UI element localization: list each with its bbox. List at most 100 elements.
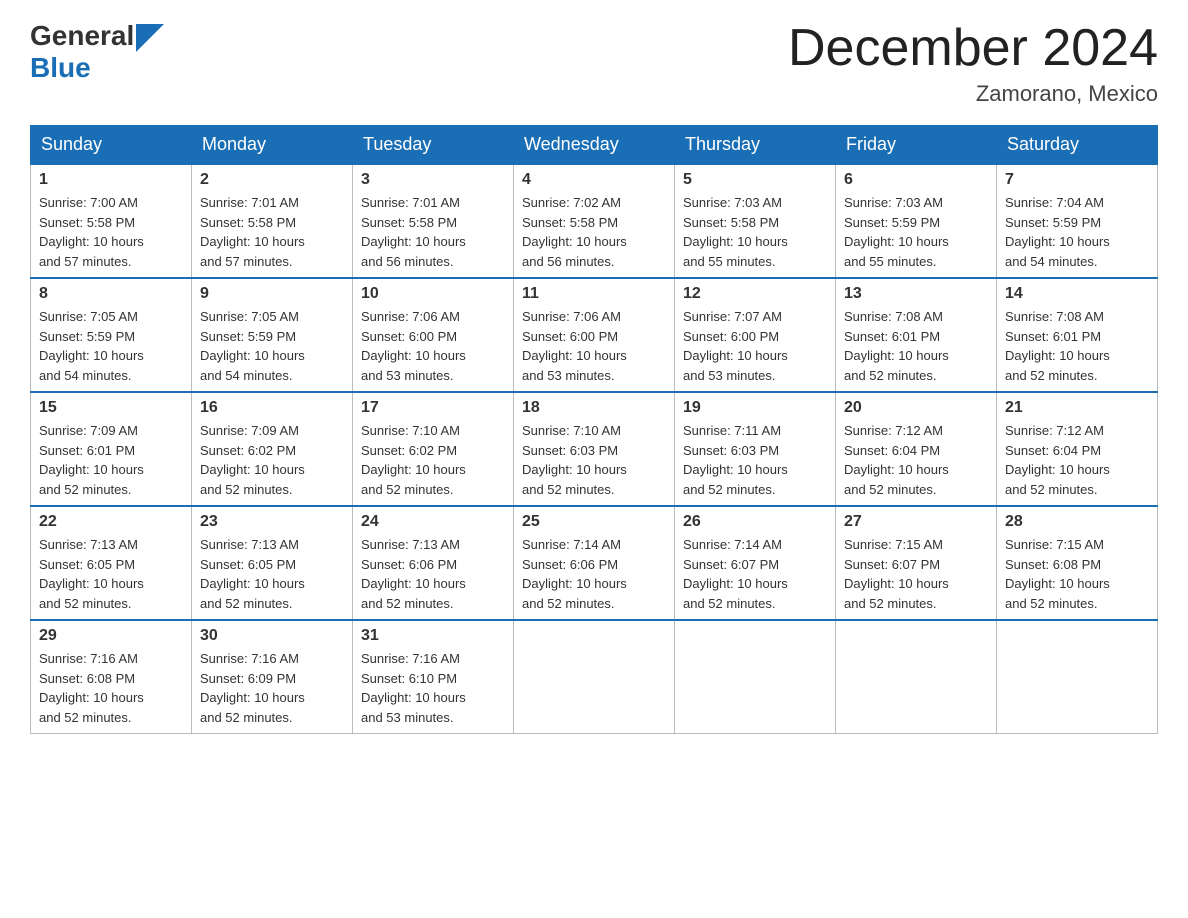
calendar-cell: 1Sunrise: 7:00 AMSunset: 5:58 PMDaylight…	[31, 164, 192, 278]
logo-triangle-icon	[136, 24, 164, 52]
day-info: Sunrise: 7:09 AMSunset: 6:01 PMDaylight:…	[39, 421, 183, 499]
logo-general-text: General	[30, 20, 134, 52]
day-info: Sunrise: 7:12 AMSunset: 6:04 PMDaylight:…	[1005, 421, 1149, 499]
day-number: 22	[39, 513, 183, 531]
day-number: 20	[844, 399, 988, 417]
calendar-cell: 31Sunrise: 7:16 AMSunset: 6:10 PMDayligh…	[353, 620, 514, 734]
day-info: Sunrise: 7:11 AMSunset: 6:03 PMDaylight:…	[683, 421, 827, 499]
day-number: 17	[361, 399, 505, 417]
week-row-4: 22 Sunrise: 7:13 AMSunset: 6:05 PMDayligh…	[31, 506, 1158, 620]
title-area: December 2024 Zamorano, Mexico	[788, 20, 1158, 107]
day-info: Sunrise: 7:13 AMSunset: 6:06 PMDaylight:…	[361, 535, 505, 613]
header: General Blue December 2024 Zamorano, Mex…	[30, 20, 1158, 107]
day-info: Sunrise: 7:13 AMSunset: 6:05 PMDaylight:…	[39, 535, 183, 613]
day-number: 1	[39, 171, 183, 189]
calendar-cell	[836, 620, 997, 734]
day-number: 14	[1005, 285, 1149, 303]
calendar-cell: 15 Sunrise: 7:09 AMSunset: 6:01 PMDayligh…	[31, 392, 192, 506]
calendar-cell: 13 Sunrise: 7:08 AMSunset: 6:01 PMDayligh…	[836, 278, 997, 392]
day-info: Sunrise: 7:01 AMSunset: 5:58 PMDaylight:…	[361, 193, 505, 271]
calendar-cell: 2Sunrise: 7:01 AMSunset: 5:58 PMDaylight…	[192, 164, 353, 278]
calendar-cell: 23 Sunrise: 7:13 AMSunset: 6:05 PMDayligh…	[192, 506, 353, 620]
calendar-cell: 26 Sunrise: 7:14 AMSunset: 6:07 PMDayligh…	[675, 506, 836, 620]
weekday-header-monday: Monday	[192, 126, 353, 165]
weekday-header-thursday: Thursday	[675, 126, 836, 165]
calendar-cell: 29 Sunrise: 7:16 AMSunset: 6:08 PMDayligh…	[31, 620, 192, 734]
day-info: Sunrise: 7:08 AMSunset: 6:01 PMDaylight:…	[1005, 307, 1149, 385]
calendar-cell: 8Sunrise: 7:05 AMSunset: 5:59 PMDaylight…	[31, 278, 192, 392]
day-number: 28	[1005, 513, 1149, 531]
day-info: Sunrise: 7:07 AMSunset: 6:00 PMDaylight:…	[683, 307, 827, 385]
day-number: 23	[200, 513, 344, 531]
calendar-cell: 7 Sunrise: 7:04 AMSunset: 5:59 PMDaylight…	[997, 164, 1158, 278]
day-number: 8	[39, 285, 183, 303]
location-title: Zamorano, Mexico	[788, 81, 1158, 107]
week-row-5: 29 Sunrise: 7:16 AMSunset: 6:08 PMDayligh…	[31, 620, 1158, 734]
calendar-cell: 25 Sunrise: 7:14 AMSunset: 6:06 PMDayligh…	[514, 506, 675, 620]
day-info: Sunrise: 7:03 AMSunset: 5:58 PMDaylight:…	[683, 193, 827, 271]
week-row-3: 15 Sunrise: 7:09 AMSunset: 6:01 PMDayligh…	[31, 392, 1158, 506]
day-number: 9	[200, 285, 344, 303]
day-number: 21	[1005, 399, 1149, 417]
calendar-cell: 14 Sunrise: 7:08 AMSunset: 6:01 PMDayligh…	[997, 278, 1158, 392]
day-info: Sunrise: 7:15 AMSunset: 6:08 PMDaylight:…	[1005, 535, 1149, 613]
calendar-cell: 11 Sunrise: 7:06 AMSunset: 6:00 PMDayligh…	[514, 278, 675, 392]
day-info: Sunrise: 7:06 AMSunset: 6:00 PMDaylight:…	[522, 307, 666, 385]
day-info: Sunrise: 7:16 AMSunset: 6:09 PMDaylight:…	[200, 649, 344, 727]
day-info: Sunrise: 7:13 AMSunset: 6:05 PMDaylight:…	[200, 535, 344, 613]
day-number: 13	[844, 285, 988, 303]
day-number: 19	[683, 399, 827, 417]
day-info: Sunrise: 7:05 AMSunset: 5:59 PMDaylight:…	[200, 307, 344, 385]
day-number: 24	[361, 513, 505, 531]
calendar-cell: 16Sunrise: 7:09 AMSunset: 6:02 PMDayligh…	[192, 392, 353, 506]
day-info: Sunrise: 7:08 AMSunset: 6:01 PMDaylight:…	[844, 307, 988, 385]
day-info: Sunrise: 7:02 AMSunset: 5:58 PMDaylight:…	[522, 193, 666, 271]
weekday-header-sunday: Sunday	[31, 126, 192, 165]
day-info: Sunrise: 7:12 AMSunset: 6:04 PMDaylight:…	[844, 421, 988, 499]
weekday-header-friday: Friday	[836, 126, 997, 165]
weekday-header-tuesday: Tuesday	[353, 126, 514, 165]
day-number: 7	[1005, 171, 1149, 189]
day-info: Sunrise: 7:15 AMSunset: 6:07 PMDaylight:…	[844, 535, 988, 613]
calendar-cell: 27 Sunrise: 7:15 AMSunset: 6:07 PMDayligh…	[836, 506, 997, 620]
calendar-cell: 17 Sunrise: 7:10 AMSunset: 6:02 PMDayligh…	[353, 392, 514, 506]
calendar-cell: 19 Sunrise: 7:11 AMSunset: 6:03 PMDayligh…	[675, 392, 836, 506]
calendar-cell: 5 Sunrise: 7:03 AMSunset: 5:58 PMDaylight…	[675, 164, 836, 278]
logo-blue-text: Blue	[30, 52, 164, 84]
day-info: Sunrise: 7:10 AMSunset: 6:02 PMDaylight:…	[361, 421, 505, 499]
weekday-header-wednesday: Wednesday	[514, 126, 675, 165]
day-number: 15	[39, 399, 183, 417]
day-info: Sunrise: 7:09 AMSunset: 6:02 PMDaylight:…	[200, 421, 344, 499]
day-info: Sunrise: 7:16 AMSunset: 6:08 PMDaylight:…	[39, 649, 183, 727]
calendar-cell	[514, 620, 675, 734]
day-number: 29	[39, 627, 183, 645]
day-info: Sunrise: 7:03 AMSunset: 5:59 PMDaylight:…	[844, 193, 988, 271]
weekday-header-saturday: Saturday	[997, 126, 1158, 165]
day-number: 4	[522, 171, 666, 189]
calendar-cell: 28 Sunrise: 7:15 AMSunset: 6:08 PMDayligh…	[997, 506, 1158, 620]
calendar-cell: 20 Sunrise: 7:12 AMSunset: 6:04 PMDayligh…	[836, 392, 997, 506]
day-info: Sunrise: 7:04 AMSunset: 5:59 PMDaylight:…	[1005, 193, 1149, 271]
day-number: 5	[683, 171, 827, 189]
weekday-header-row: SundayMondayTuesdayWednesdayThursdayFrid…	[31, 126, 1158, 165]
day-number: 25	[522, 513, 666, 531]
calendar-cell: 18Sunrise: 7:10 AMSunset: 6:03 PMDayligh…	[514, 392, 675, 506]
day-number: 6	[844, 171, 988, 189]
calendar-cell: 21 Sunrise: 7:12 AMSunset: 6:04 PMDayligh…	[997, 392, 1158, 506]
month-title: December 2024	[788, 20, 1158, 77]
calendar-cell: 4 Sunrise: 7:02 AMSunset: 5:58 PMDaylight…	[514, 164, 675, 278]
day-info: Sunrise: 7:14 AMSunset: 6:07 PMDaylight:…	[683, 535, 827, 613]
calendar-cell: 9 Sunrise: 7:05 AMSunset: 5:59 PMDaylight…	[192, 278, 353, 392]
day-number: 12	[683, 285, 827, 303]
calendar-cell: 3Sunrise: 7:01 AMSunset: 5:58 PMDaylight…	[353, 164, 514, 278]
day-number: 27	[844, 513, 988, 531]
day-number: 11	[522, 285, 666, 303]
day-info: Sunrise: 7:14 AMSunset: 6:06 PMDaylight:…	[522, 535, 666, 613]
calendar-cell	[675, 620, 836, 734]
day-number: 30	[200, 627, 344, 645]
calendar-cell: 22 Sunrise: 7:13 AMSunset: 6:05 PMDayligh…	[31, 506, 192, 620]
calendar-cell: 24 Sunrise: 7:13 AMSunset: 6:06 PMDayligh…	[353, 506, 514, 620]
day-number: 26	[683, 513, 827, 531]
day-number: 10	[361, 285, 505, 303]
calendar-cell	[997, 620, 1158, 734]
